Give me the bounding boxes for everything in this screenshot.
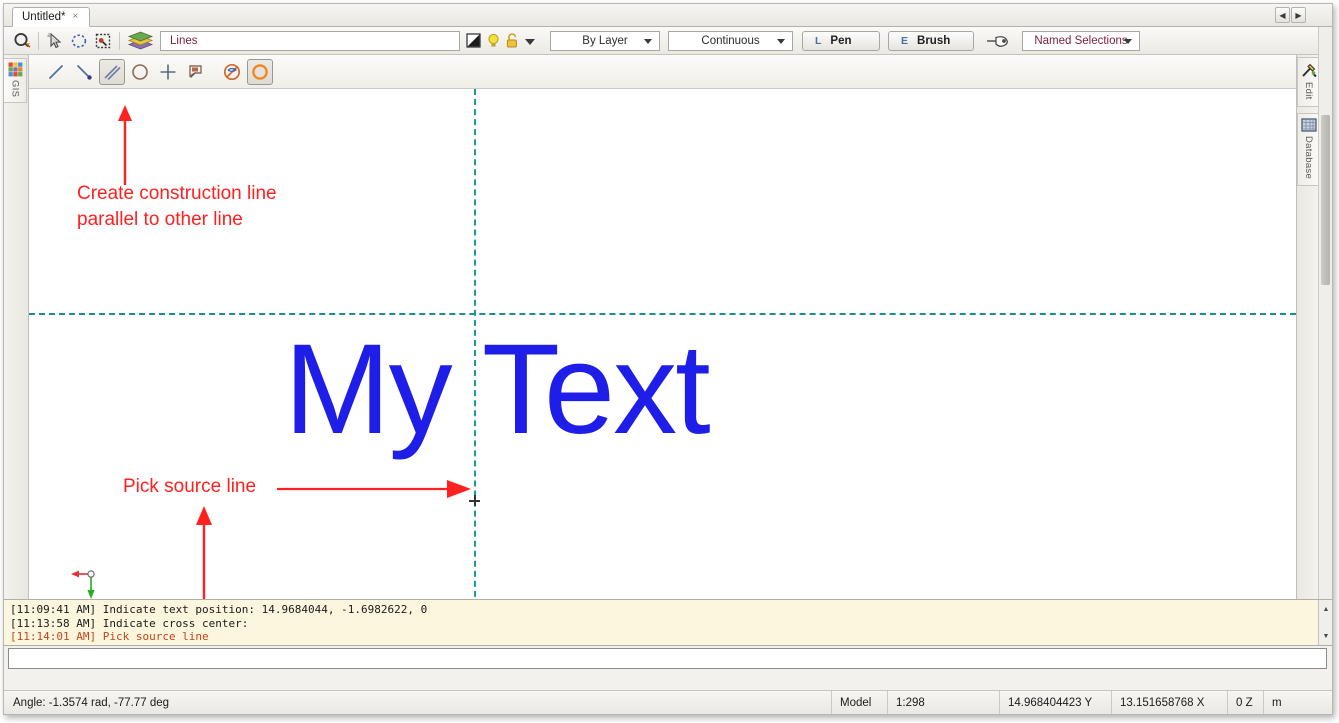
named-selections-value: Named Selections (1034, 34, 1128, 47)
sidebar-item-database[interactable]: Database (1297, 112, 1319, 186)
annotation-line-1: Pick source line (123, 476, 257, 497)
annotation-arrow-right (277, 480, 471, 498)
status-angle: Angle: -1.3574 rad, -77.77 deg (4, 691, 832, 714)
cross-point-tool[interactable] (155, 59, 181, 85)
layer-color-icon[interactable] (466, 33, 481, 48)
scroll-up-icon[interactable]: ▲ (1321, 604, 1331, 614)
command-log-panel: [11:09:41 AM] Indicate text position: 14… (4, 599, 1332, 646)
pen-button[interactable]: L Pen (802, 30, 880, 51)
layer-visibility-icon[interactable] (487, 33, 500, 49)
chevron-down-icon (1124, 38, 1132, 44)
scroll-down-icon[interactable]: ▼ (1321, 631, 1331, 641)
annotation-arrow-up (118, 105, 132, 185)
tab-prev-arrow-icon[interactable]: ◀ (1275, 7, 1290, 23)
color-select-value: By Layer (582, 34, 628, 47)
construction-circle-tool[interactable] (247, 58, 273, 85)
annotation-line-2: parallel to other line (77, 209, 243, 230)
hand-pointer-icon[interactable] (985, 30, 1013, 52)
horizontal-construction-line[interactable] (29, 313, 1296, 315)
pen-button-label: Pen (830, 34, 852, 47)
brush-shortcut-key: E (901, 34, 909, 47)
annotation-arrow-up-2 (196, 506, 212, 611)
drawing-canvas[interactable]: My Text Create construction line paralle… (29, 89, 1296, 617)
status-coord-y: 14.968404423 Y (1000, 691, 1112, 714)
status-bar: Angle: -1.3574 rad, -77.77 deg Model 1:2… (4, 690, 1332, 714)
log-line: [11:14:01 AM] Pick source line (10, 630, 209, 643)
brush-button[interactable]: E Brush (888, 30, 974, 51)
sidebar-item-edit[interactable]: Edit (1297, 57, 1319, 107)
brush-button-label: Brush (917, 34, 951, 47)
line-tool[interactable] (43, 59, 69, 85)
pointer-select-icon[interactable] (44, 30, 66, 52)
layer-property-icons (466, 32, 536, 49)
annotation-line-1: Create construction line (77, 183, 277, 204)
layers-icon[interactable] (125, 30, 155, 52)
scrollbar-thumb[interactable] (1321, 115, 1330, 285)
main-toolbar: Lines By Layer Continuous L Pen E Brush … (4, 27, 1332, 55)
text-entity[interactable]: My Text (284, 326, 711, 454)
right-dock-panel: Edit Database (1296, 55, 1319, 617)
chevron-down-icon (777, 38, 785, 44)
left-dock-panel: GIS (4, 55, 29, 617)
active-layer-name: Lines (170, 34, 198, 47)
tab-navigation: ◀ ▶ (1275, 7, 1306, 23)
hammer-wrench-icon (1301, 63, 1317, 78)
lasso-select-icon[interactable] (68, 30, 90, 52)
toolbar-divider (119, 31, 120, 50)
application-window: Untitled* × ◀ ▶ Lines By Layer Continuou… (0, 0, 1339, 723)
document-tab-untitled[interactable]: Untitled* × (12, 7, 90, 27)
database-grid-icon (1300, 117, 1317, 132)
window-frame: Untitled* × ◀ ▶ Lines By Layer Continuou… (3, 3, 1333, 715)
gis-grid-icon (8, 62, 22, 77)
status-coord-z: 0 Z (1228, 691, 1264, 714)
command-input[interactable] (8, 648, 1327, 669)
sidebar-item-gis[interactable]: GIS (4, 58, 27, 104)
close-icon[interactable]: × (72, 12, 78, 22)
toolbar-divider (38, 31, 39, 50)
document-tab-label: Untitled* (22, 11, 66, 23)
sidebar-item-edit-label: Edit (1303, 82, 1314, 100)
document-tab-strip: Untitled* × ◀ ▶ (4, 4, 1332, 27)
annotation-pick-source-line: Pick source line (123, 474, 256, 500)
delete-construction-tool[interactable] (219, 59, 245, 85)
layer-dropdown-icon[interactable] (524, 35, 536, 47)
window-select-icon[interactable] (92, 30, 114, 52)
status-units: m (1272, 696, 1282, 709)
construction-tools-toolbar (29, 55, 1296, 89)
log-line: [11:09:41 AM] Indicate text position: 14… (10, 603, 428, 616)
named-selections-select[interactable]: Named Selections (1022, 30, 1140, 51)
chevron-down-icon (644, 38, 652, 44)
annotation-create-construction-line: Create construction line parallel to oth… (77, 181, 277, 233)
circle-tool[interactable] (127, 59, 153, 85)
origin-axis-marker (71, 570, 95, 599)
layer-lock-icon[interactable] (506, 32, 518, 49)
status-coord-x: 13.151658768 X (1112, 691, 1228, 714)
sidebar-item-gis-label: GIS (9, 80, 21, 98)
snap-settings-icon[interactable] (11, 30, 33, 52)
active-layer-field[interactable]: Lines (160, 30, 460, 51)
status-scale[interactable]: 1:298 (888, 691, 1000, 714)
console-scrollbar[interactable]: ▲ ▼ (1318, 600, 1332, 645)
tab-next-arrow-icon[interactable]: ▶ (1291, 7, 1306, 23)
linetype-select-value: Continuous (701, 34, 760, 47)
status-model[interactable]: Model (832, 691, 888, 714)
pen-shortcut-key: L (815, 34, 822, 47)
sidebar-item-database-label: Database (1303, 135, 1314, 179)
line-with-point-tool[interactable] (71, 59, 97, 85)
linetype-select[interactable]: Continuous (668, 30, 793, 51)
vertical-scrollbar[interactable] (1318, 27, 1332, 617)
parallel-construction-line-tool[interactable] (99, 58, 125, 85)
tag-label-tool[interactable] (183, 59, 209, 85)
color-select[interactable]: By Layer (550, 30, 660, 51)
log-line: [11:13:58 AM] Indicate cross center: (10, 616, 249, 630)
